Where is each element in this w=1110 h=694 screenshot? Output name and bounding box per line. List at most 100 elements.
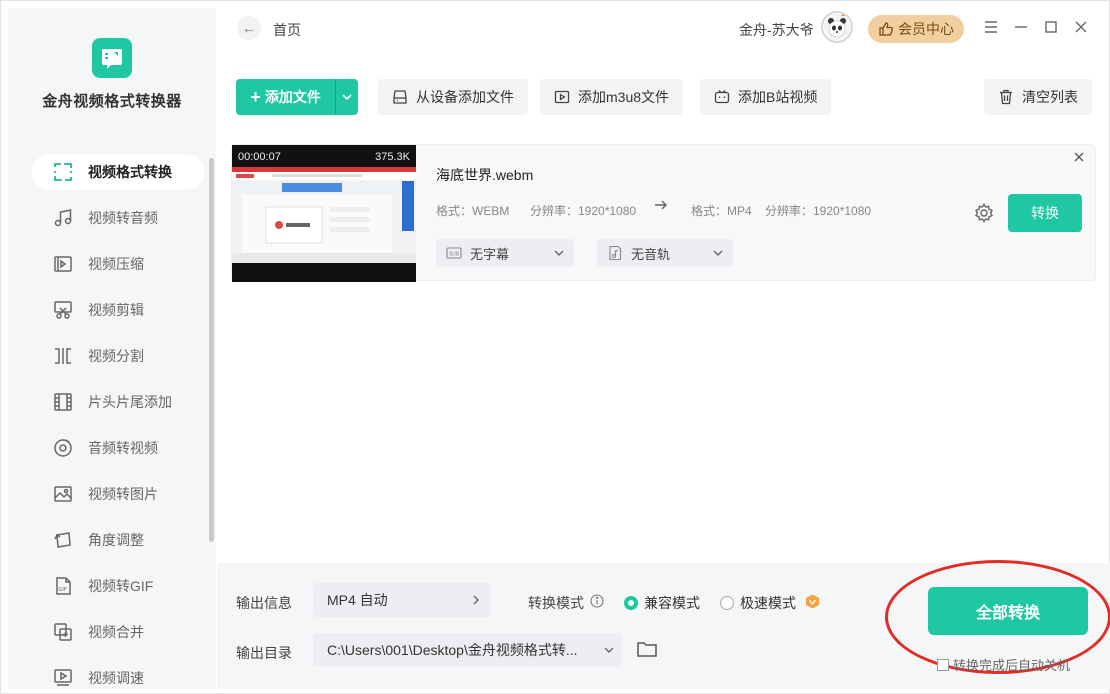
add-bilibili-label: 添加B站视频 xyxy=(738,89,818,105)
convert-button[interactable]: 转换 xyxy=(1008,194,1082,232)
chevron-down-icon xyxy=(342,94,352,100)
sidebar-item-rotate[interactable]: 角度调整 xyxy=(32,522,204,558)
arrow-left-icon: ← xyxy=(242,20,256,36)
checkbox-icon xyxy=(937,658,949,671)
sidebar-item-video-merge[interactable]: 视频合并 xyxy=(32,614,204,650)
folder-icon[interactable] xyxy=(636,639,658,664)
chevron-down-icon xyxy=(604,647,614,653)
breadcrumb[interactable]: 首页 xyxy=(273,20,301,40)
mode-compatible-label: 兼容模式 xyxy=(644,595,700,611)
add-from-device-button[interactable]: 从设备添加文件 xyxy=(378,79,528,115)
mode-fast-radio[interactable]: 极速模式 xyxy=(720,593,796,613)
arrow-right-icon xyxy=(654,198,668,216)
svg-text:GIF: GIF xyxy=(59,587,67,593)
sidebar-item-video-to-gif[interactable]: GIF 视频转GIF xyxy=(32,568,204,604)
audio-track-value: 无音轨 xyxy=(631,246,671,262)
app-logo xyxy=(92,38,132,78)
add-file-button[interactable]: + 添加文件 xyxy=(236,79,358,115)
file-item-card[interactable]: 00:00:07 375.3K 海底世界.webm 格式：WEBM 分辨率：19… xyxy=(231,144,1096,282)
sidebar-item-video-split[interactable]: 视频分割 xyxy=(32,338,204,374)
source-resolution: 分辨率：1920*1080 xyxy=(530,204,637,218)
sidebar-item-label: 视频压缩 xyxy=(88,256,144,272)
vip-badge-icon xyxy=(805,594,820,614)
maximize-icon[interactable] xyxy=(1042,18,1060,36)
clear-list-label: 清空列表 xyxy=(1022,89,1078,105)
speed-icon xyxy=(52,667,74,689)
subtitle-select[interactable]: SUB 无字幕 xyxy=(436,239,574,267)
add-bilibili-button[interactable]: 添加B站视频 xyxy=(700,79,832,115)
logo-icon xyxy=(102,49,122,69)
audio-track-icon xyxy=(609,245,622,261)
bilibili-icon xyxy=(714,90,730,104)
rotate-icon xyxy=(52,529,74,551)
output-dir-select[interactable]: C:\Users\001\Desktop\金舟视频格式转... xyxy=(313,633,622,667)
thumbnail-preview xyxy=(232,167,416,263)
convert-mode-label: 转换模式 xyxy=(528,595,584,611)
gif-file-icon: GIF xyxy=(52,575,74,597)
add-from-device-label: 从设备添加文件 xyxy=(416,89,514,105)
sidebar-scrollbar[interactable] xyxy=(209,158,214,542)
target-format: 格式：MP4 xyxy=(691,204,752,218)
add-m3u8-button[interactable]: 添加m3u8文件 xyxy=(540,79,684,115)
add-file-dropdown[interactable] xyxy=(336,94,358,100)
webpage-preview-image xyxy=(232,167,416,263)
subtitle-icon: SUB xyxy=(446,247,462,259)
output-info-value: MP4 自动 xyxy=(327,592,388,608)
vip-center-button[interactable]: 会员中心 xyxy=(868,15,964,43)
vip-center-label: 会员中心 xyxy=(898,21,954,37)
mode-fast-label: 极速模式 xyxy=(740,595,796,611)
output-info-select[interactable]: MP4 自动 xyxy=(313,583,491,617)
sidebar-item-video-convert[interactable]: 视频格式转换 xyxy=(32,154,204,190)
minimize-icon[interactable] xyxy=(1012,18,1030,36)
sidebar-item-video-compress[interactable]: 视频压缩 xyxy=(32,246,204,282)
video-duration: 00:00:07 xyxy=(238,151,281,163)
chevron-right-icon xyxy=(473,595,479,605)
settings-gear-icon[interactable] xyxy=(974,203,994,228)
scissors-icon xyxy=(52,299,74,321)
sidebar-item-label: 视频转图片 xyxy=(88,486,158,502)
sidebar-item-video-speed[interactable]: 视频调速 xyxy=(32,660,204,689)
sidebar-item-intro-outro[interactable]: 片头片尾添加 xyxy=(32,384,204,420)
sidebar-item-label: 视频合并 xyxy=(88,624,144,640)
clear-list-button[interactable]: 清空列表 xyxy=(984,79,1092,115)
output-dir-label: 输出目录 xyxy=(236,645,292,661)
auto-shutdown-label: 转换完成后自动关机 xyxy=(953,658,1071,673)
compress-icon xyxy=(52,253,74,275)
remove-file-icon[interactable] xyxy=(1074,149,1084,165)
close-icon[interactable] xyxy=(1072,18,1090,36)
video-play-icon xyxy=(554,90,570,104)
panda-avatar-icon xyxy=(824,13,850,40)
mode-compatible-radio[interactable]: 兼容模式 xyxy=(624,593,700,613)
radio-checked-icon xyxy=(624,596,638,610)
info-icon[interactable] xyxy=(590,594,604,613)
sidebar-item-label: 视频剪辑 xyxy=(88,302,144,318)
chevron-down-icon xyxy=(713,250,723,256)
source-format: 格式：WEBM xyxy=(436,204,510,218)
music-note-icon xyxy=(52,207,74,229)
sidebar-item-audio-to-video[interactable]: 音频转视频 xyxy=(32,430,204,466)
trash-icon xyxy=(1000,89,1012,105)
output-info-label: 输出信息 xyxy=(236,595,292,611)
sidebar-item-video-edit[interactable]: 视频剪辑 xyxy=(32,292,204,328)
audio-track-select[interactable]: 无音轨 xyxy=(597,239,733,267)
sidebar-item-video-to-image[interactable]: 视频转图片 xyxy=(32,476,204,512)
user-name[interactable]: 金舟-苏大爷 xyxy=(739,20,814,40)
sidebar-item-label: 角度调整 xyxy=(88,532,144,548)
film-icon xyxy=(52,391,74,413)
sidebar-item-video-to-audio[interactable]: 视频转音频 xyxy=(32,200,204,236)
menu-icon[interactable] xyxy=(982,18,1000,36)
plus-icon: + xyxy=(250,86,261,107)
sidebar-item-label: 视频转音频 xyxy=(88,210,158,226)
avatar[interactable] xyxy=(821,11,853,43)
sidebar-item-label: 片头片尾添加 xyxy=(88,394,172,410)
merge-icon xyxy=(52,621,74,643)
sidebar-item-label: 音频转视频 xyxy=(88,440,158,456)
auto-shutdown-checkbox[interactable]: 转换完成后自动关机 xyxy=(937,655,1070,674)
video-size: 375.3K xyxy=(375,151,410,163)
disc-icon xyxy=(52,437,74,459)
back-button[interactable]: ← xyxy=(237,16,261,40)
chevron-down-icon xyxy=(554,250,564,256)
target-resolution: 分辨率：1920*1080 xyxy=(765,204,872,218)
video-thumbnail[interactable]: 00:00:07 375.3K xyxy=(232,145,416,282)
add-file-main[interactable]: + 添加文件 xyxy=(236,79,336,115)
